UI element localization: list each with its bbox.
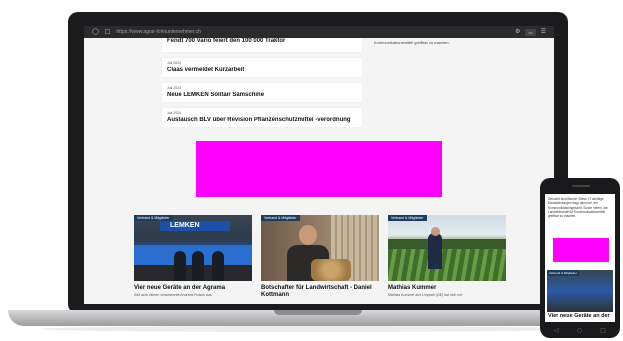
news-title[interactable]: Fendt 700 Vario feiert den 100 000 Trakt… bbox=[167, 38, 357, 44]
browser-actions: ⚙ ••• ☰ bbox=[515, 28, 546, 36]
news-title[interactable]: Claas vermeldet Kurzarbeit bbox=[167, 67, 357, 73]
address-bar[interactable]: https://www.agrar-lohnunternehmer.ch bbox=[116, 29, 509, 35]
person-shape bbox=[192, 251, 204, 281]
person-shape bbox=[212, 251, 224, 281]
head-shape bbox=[299, 225, 317, 245]
ad-placeholder[interactable] bbox=[196, 141, 442, 197]
person-shape bbox=[428, 233, 442, 269]
news-date: Juli 2024 bbox=[167, 111, 182, 115]
article-image[interactable]: Verband & Mitglieder bbox=[261, 215, 379, 281]
sidebar-text: Kommunikationsmittel greifbar zu machen. bbox=[374, 40, 450, 45]
article-image[interactable]: LEMKEN Verband & Mitglieder bbox=[134, 215, 252, 281]
news-item[interactable]: Fendt 700 Vario feiert den 100 000 Trakt… bbox=[162, 38, 362, 52]
news-date: Juli 2024 bbox=[167, 61, 182, 65]
article-card[interactable]: Verband & Mitglieder Botschafter für Lan… bbox=[261, 215, 379, 299]
article-card[interactable]: Verband & Mitglieder Mathias Kummer Math… bbox=[388, 215, 506, 299]
article-grid: LEMKEN Verband & Mitglieder Vier neue Ge… bbox=[134, 215, 506, 299]
phone-text: Gesucht sind Berufe: Diese 17 wichtige D… bbox=[548, 197, 608, 219]
category-badge[interactable]: Verband & Mitglieder bbox=[388, 215, 427, 221]
article-title[interactable]: Vier neue Geräte an der Agrama bbox=[134, 285, 252, 292]
phone-speaker bbox=[572, 185, 590, 187]
news-item[interactable]: Juli 2024 Austausch BLV über Revision Pf… bbox=[162, 108, 362, 127]
article-title[interactable]: Vier neue Geräte an der bbox=[548, 313, 610, 319]
news-item[interactable]: Juli 2024 Claas vermeldet Kurzarbeit bbox=[162, 58, 362, 77]
back-icon[interactable]: ◁ bbox=[554, 327, 559, 334]
head-shape bbox=[431, 227, 440, 236]
laptop-shadow bbox=[40, 326, 580, 332]
phone-screen: Gesucht sind Berufe: Diese 17 wichtige D… bbox=[545, 194, 615, 322]
news-title[interactable]: Neue LEMKEN Solitair Sämschine bbox=[167, 92, 357, 98]
device-mockup: ◯ □ https://www.agrar-lohnunternehmer.ch… bbox=[0, 0, 623, 341]
laptop-notch bbox=[274, 310, 362, 315]
extension-icon[interactable]: ⚙ bbox=[515, 29, 520, 35]
potatoes-shape bbox=[311, 259, 351, 281]
field-rows-shape bbox=[388, 249, 506, 281]
browser-toolbar: ◯ □ https://www.agrar-lohnunternehmer.ch… bbox=[84, 26, 554, 38]
news-title[interactable]: Austausch BLV über Revision Pflanzenschu… bbox=[167, 117, 357, 123]
home-icon[interactable]: ○ bbox=[577, 327, 582, 334]
article-card[interactable]: LEMKEN Verband & Mitglieder Vier neue Ge… bbox=[134, 215, 252, 299]
treeline-shape bbox=[388, 239, 506, 249]
laptop-screen: ◯ □ https://www.agrar-lohnunternehmer.ch… bbox=[84, 26, 554, 304]
lock-icon: □ bbox=[104, 28, 111, 35]
news-item[interactable]: Juli 2024 Neue LEMKEN Solitair Sämschine bbox=[162, 83, 362, 102]
article-title[interactable]: Mathias Kummer bbox=[388, 285, 506, 292]
person-shape bbox=[174, 251, 186, 281]
profile-badge[interactable]: ••• bbox=[525, 28, 536, 36]
menu-icon[interactable]: ☰ bbox=[541, 29, 546, 35]
category-badge[interactable]: Verband & Mitglieder bbox=[261, 215, 300, 221]
article-title[interactable]: Botschafter für Landwirtschaft - Daniel … bbox=[261, 285, 379, 299]
recents-icon[interactable]: □ bbox=[600, 327, 606, 334]
category-badge[interactable]: Verband & Mitglieder bbox=[134, 215, 173, 221]
category-badge[interactable]: Verband & Mitglieder bbox=[547, 270, 579, 276]
article-image[interactable]: Verband & Mitglieder bbox=[547, 270, 613, 312]
banner-text: LEMKEN bbox=[170, 222, 200, 229]
ad-placeholder[interactable] bbox=[553, 238, 609, 262]
article-excerpt: Seit acht Jahren verantwortet Andreas Ru… bbox=[134, 293, 212, 297]
article-excerpt: Mathias Kummer aus Limpach (BE) hat sich… bbox=[388, 293, 462, 297]
shield-icon[interactable]: ◯ bbox=[92, 29, 99, 35]
article-image[interactable]: Verband & Mitglieder bbox=[388, 215, 506, 281]
phone-navbar: ◁ ○ □ bbox=[545, 325, 615, 335]
news-list: Fendt 700 Vario feiert den 100 000 Trakt… bbox=[162, 38, 362, 133]
news-date: Juli 2024 bbox=[167, 86, 182, 90]
